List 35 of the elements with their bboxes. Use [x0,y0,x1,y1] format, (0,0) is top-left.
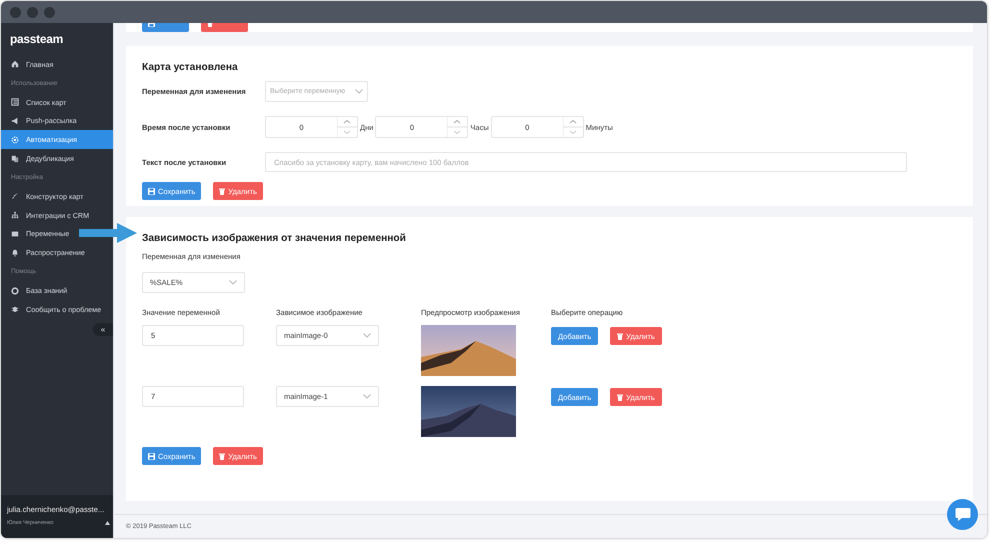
window-control-dot[interactable] [10,6,21,18]
chevron-icon [229,280,237,285]
gear-icon [11,136,19,144]
trash-icon [219,452,226,460]
megaphone-icon [11,116,19,125]
caret-icon [105,521,110,525]
sitemap-icon [11,211,19,220]
stepper-icon [562,117,583,137]
window-control-dot[interactable] [27,6,38,18]
floppy-icon [148,452,155,460]
window-control-dot[interactable] [44,6,55,18]
card-title: Зависимость изображения от значения переменной [142,233,407,244]
square-icon [11,230,19,238]
bug-icon [11,305,19,314]
arrow-icon [79,223,137,243]
chat-icon [954,507,970,522]
chevron-icon [363,394,371,399]
collapse-button[interactable]: « [93,322,113,336]
chat-button[interactable] [947,499,978,530]
copy-icon [11,154,19,163]
stepper-icon [337,117,357,137]
home-icon [11,60,19,68]
bell-icon [11,248,19,257]
card-title: Карта установлена [142,62,239,73]
brush-icon [11,192,19,200]
logo: passteam [9,31,64,48]
lifebuoy-icon [11,286,19,295]
trash-icon [219,188,226,194]
trash-icon [617,394,624,400]
floppy-icon [148,188,155,194]
stepper-icon [447,117,468,137]
chevron-icon [363,333,371,338]
chevron-icon [355,89,363,94]
trash-icon [617,332,624,340]
list-icon [11,98,19,106]
